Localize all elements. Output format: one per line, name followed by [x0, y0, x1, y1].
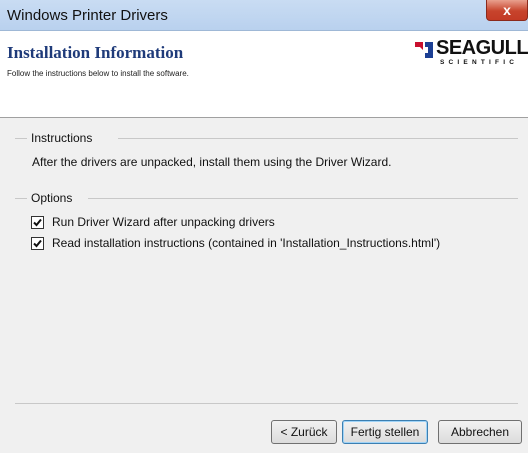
page-title: Installation Information: [7, 43, 184, 62]
logo-subtext: SCIENTIFIC: [440, 59, 519, 66]
run-wizard-label: Run Driver Wizard after unpacking driver…: [52, 215, 275, 229]
close-button[interactable]: x: [486, 0, 528, 21]
options-divider-left: [15, 198, 27, 199]
window-title: Windows Printer Drivers: [7, 7, 168, 24]
checkmark-icon: [33, 218, 42, 226]
option-run-wizard[interactable]: Run Driver Wizard after unpacking driver…: [31, 215, 275, 229]
read-instructions-checkbox[interactable]: [31, 236, 44, 250]
installer-window: Windows Printer Drivers x Installation I…: [0, 0, 528, 453]
options-legend: Options: [28, 191, 76, 205]
cancel-button[interactable]: Abbrechen: [438, 420, 522, 444]
logo-wordmark: SEAGULL: [436, 37, 528, 59]
checkmark-icon: [33, 239, 42, 247]
finish-button[interactable]: Fertig stellen: [342, 420, 428, 444]
footer-divider: [15, 403, 518, 404]
instructions-divider-right: [118, 138, 518, 139]
instructions-text: After the drivers are unpacked, install …: [32, 155, 392, 169]
seagull-logo-icon: [415, 42, 433, 58]
title-bar[interactable]: Windows Printer Drivers x: [0, 0, 528, 31]
page-subtitle: Follow the instructions below to install…: [7, 69, 189, 78]
option-read-instructions[interactable]: Read installation instructions (containe…: [31, 236, 440, 250]
close-icon: x: [503, 2, 511, 18]
options-divider-right: [88, 198, 518, 199]
header-panel: Installation Information Follow the inst…: [0, 31, 528, 118]
seagull-logo: SEAGULL SCIENTIFIC: [412, 37, 528, 71]
instructions-legend: Instructions: [28, 131, 96, 145]
instructions-divider-left: [15, 138, 27, 139]
read-instructions-label: Read installation instructions (containe…: [52, 236, 441, 250]
back-button[interactable]: < Zurück: [271, 420, 337, 444]
run-wizard-checkbox[interactable]: [31, 215, 44, 229]
